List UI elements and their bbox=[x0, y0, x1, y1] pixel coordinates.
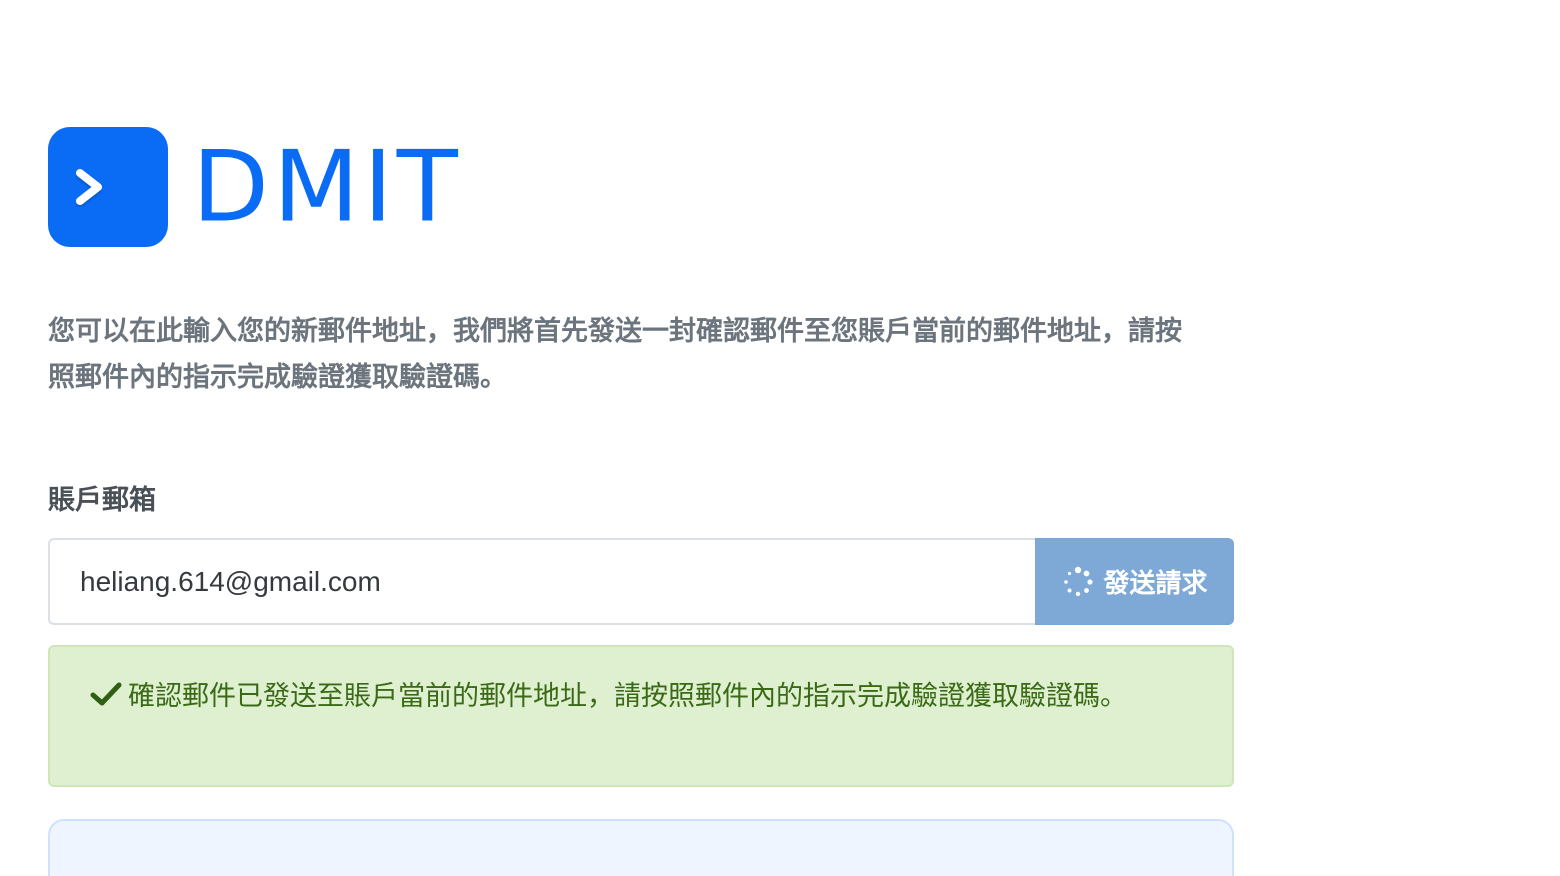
email-input-group: 發送請求 bbox=[48, 538, 1234, 625]
page: DMIT 您可以在此輸入您的新郵件地址，我們將首先發送一封確認郵件至您賬戶當前的… bbox=[0, 0, 1560, 876]
send-request-button[interactable]: 發送請求 bbox=[1035, 538, 1234, 625]
success-message: 確認郵件已發送至賬戶當前的郵件地址，請按照郵件內的指示完成驗證獲取驗證碼。 bbox=[128, 681, 1127, 711]
email-label: 賬戶郵箱 bbox=[48, 485, 156, 515]
check-icon bbox=[90, 682, 122, 706]
success-alert: 確認郵件已發送至賬戶當前的郵件地址，請按照郵件內的指示完成驗證獲取驗證碼。 bbox=[48, 645, 1234, 787]
email-field[interactable] bbox=[48, 538, 1035, 625]
loading-spinner-icon bbox=[1064, 566, 1094, 596]
info-panel bbox=[48, 819, 1234, 876]
brand-name: DMIT bbox=[192, 129, 462, 244]
terminal-prompt-icon bbox=[48, 127, 168, 247]
dmit-logo[interactable]: DMIT bbox=[48, 127, 462, 247]
intro-text: 您可以在此輸入您的新郵件地址，我們將首先發送一封確認郵件至您賬戶當前的郵件地址，… bbox=[48, 316, 1182, 392]
send-button-label: 發送請求 bbox=[1103, 568, 1208, 598]
